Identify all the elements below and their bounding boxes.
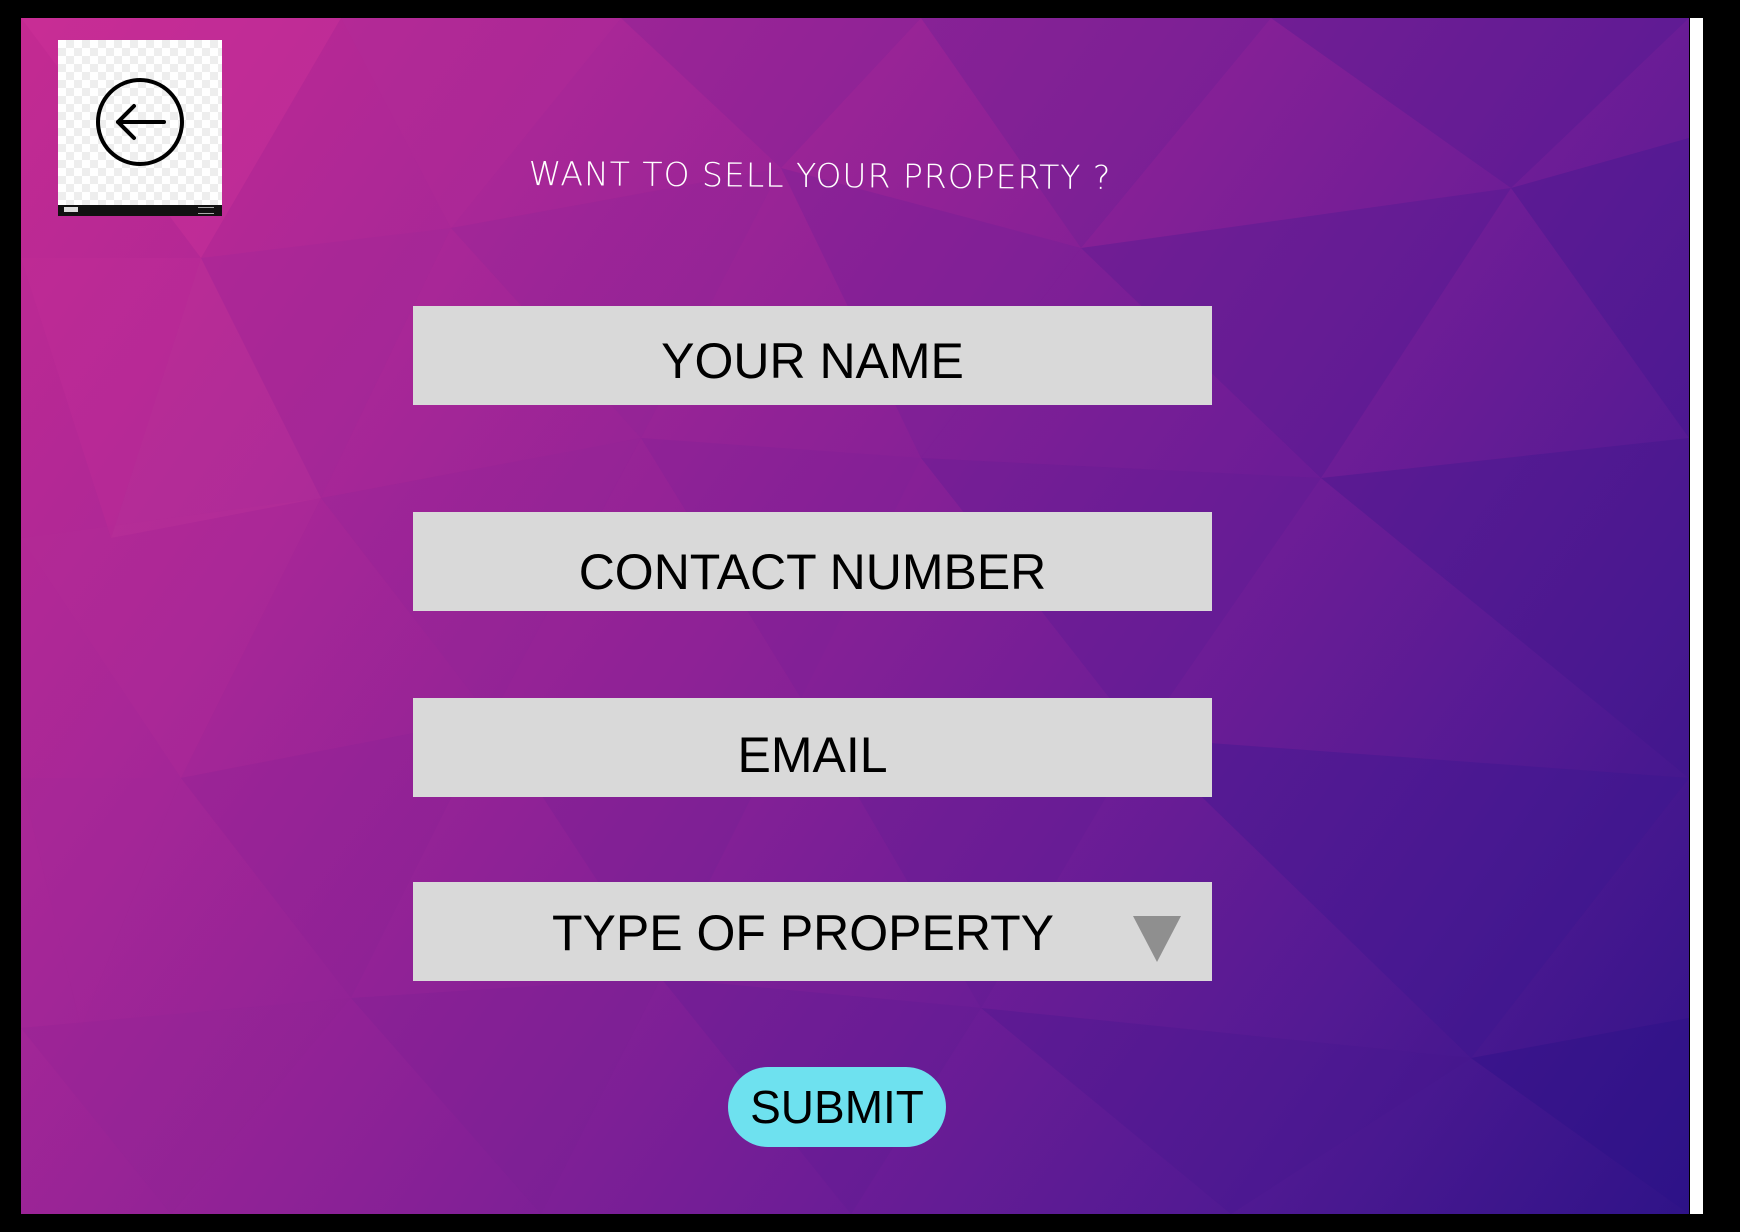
image-caption-strip xyxy=(58,205,222,216)
strip-logo xyxy=(64,207,78,212)
polygon-background xyxy=(21,18,1689,1214)
strip-meta xyxy=(198,207,214,214)
property-type-select[interactable]: TYPE OF PROPERTY xyxy=(413,882,1212,981)
submit-button[interactable]: SUBMIT xyxy=(728,1067,946,1147)
window-edge xyxy=(1690,18,1703,1214)
back-button[interactable] xyxy=(58,40,222,216)
property-type-value: TYPE OF PROPERTY xyxy=(552,905,1054,961)
page-heading: WANT TO SELL YOUR PROPERTY ? xyxy=(528,153,1112,198)
triangle-down-icon[interactable] xyxy=(1133,916,1181,962)
contact-number-input[interactable] xyxy=(413,512,1212,611)
arrow-left-circle-icon[interactable] xyxy=(94,76,186,168)
email-input[interactable] xyxy=(413,698,1212,797)
name-input[interactable] xyxy=(413,306,1212,405)
app-screen xyxy=(21,18,1689,1214)
